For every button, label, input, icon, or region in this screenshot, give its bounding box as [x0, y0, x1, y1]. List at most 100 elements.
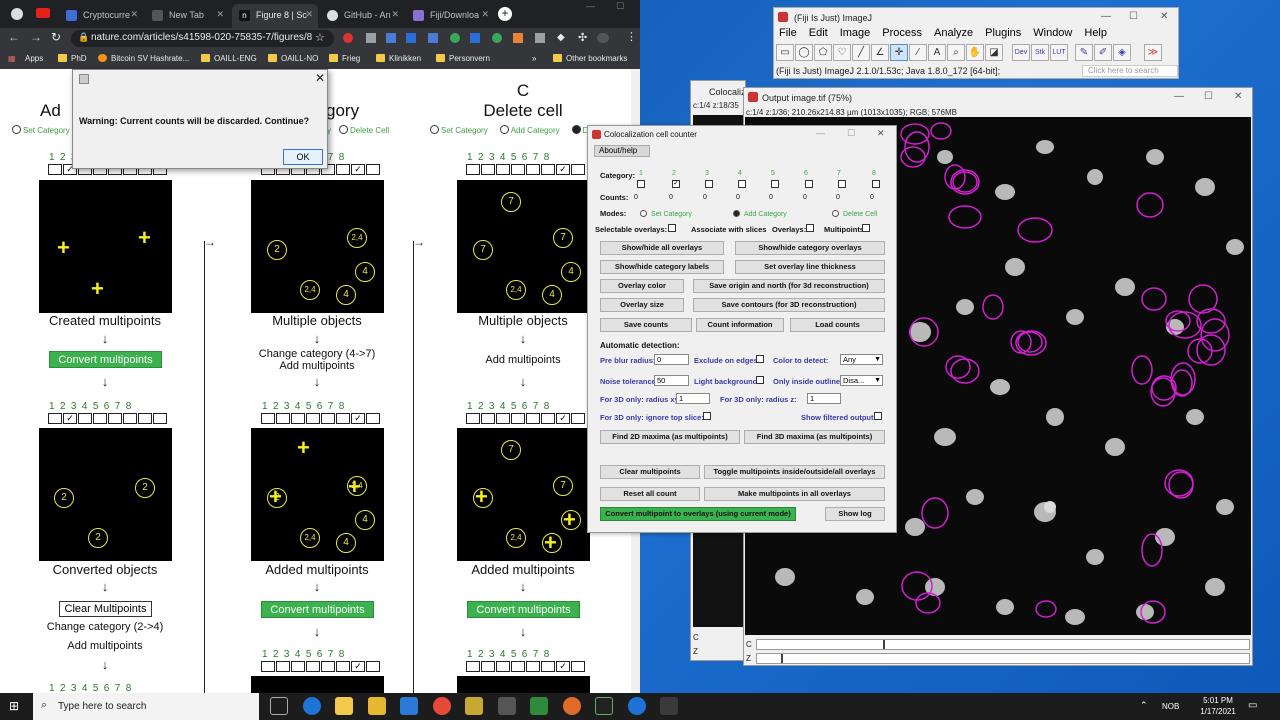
save-counts-button[interactable]: Save counts — [600, 318, 692, 332]
bookmark-frieg[interactable]: Frieg — [329, 54, 360, 63]
explorer-icon[interactable] — [368, 697, 386, 715]
profile-icon[interactable] — [597, 33, 609, 43]
bookmark-bitcoin[interactable]: Bitcoin SV Hashrate... — [98, 54, 189, 63]
category-checkbox-4[interactable] — [738, 180, 746, 188]
hand-tool-icon[interactable]: ✋ — [966, 44, 984, 61]
preblur-input[interactable]: 0 — [654, 354, 689, 365]
light-background-checkbox[interactable] — [756, 376, 764, 384]
show-hide-category-labels-button[interactable]: Show/hide category labels — [600, 260, 724, 274]
bookmark-klinikken[interactable]: Klinikken — [376, 54, 421, 63]
overlay-size-button[interactable]: Overlay size — [600, 298, 684, 312]
extension-icon[interactable]: ◆ — [557, 32, 565, 43]
category-checkbox-1[interactable] — [637, 180, 645, 188]
show-filtered-checkbox[interactable] — [874, 412, 882, 420]
app-icon[interactable] — [563, 697, 581, 715]
close-icon[interactable]: ✕ — [1234, 91, 1242, 102]
category-checkbox-5[interactable] — [771, 180, 779, 188]
mode-add-radio[interactable]: Add Category — [733, 210, 787, 218]
menu-window[interactable]: Window — [1033, 27, 1072, 39]
star-icon[interactable]: ☆ — [315, 31, 325, 44]
menu-help[interactable]: Help — [1084, 27, 1107, 39]
extension-icon[interactable] — [428, 33, 438, 43]
flood-tool-icon[interactable]: ◈ — [1113, 44, 1131, 61]
app-icon[interactable] — [628, 697, 646, 715]
rectangle-tool-icon[interactable]: ▭ — [776, 44, 794, 61]
minimize-icon[interactable]: — — [586, 1, 595, 11]
count-information-button[interactable]: Count information — [696, 318, 784, 332]
chrome-icon[interactable] — [433, 697, 451, 715]
exclude-edges-checkbox[interactable] — [756, 355, 764, 363]
set-overlay-line-thickness-button[interactable]: Set overlay line thickness — [735, 260, 885, 274]
youtube-icon[interactable] — [36, 8, 50, 18]
close-icon[interactable]: ✕ — [130, 9, 138, 20]
app-icon[interactable] — [530, 697, 548, 715]
brush-tool-icon[interactable]: ✐ — [1094, 44, 1112, 61]
multipoints-checkbox[interactable] — [862, 224, 870, 232]
task-view-icon[interactable] — [270, 697, 288, 715]
close-icon[interactable]: ✕ — [305, 9, 313, 20]
dropper-tool-icon[interactable]: ◪ — [985, 44, 1003, 61]
noise-tolerance-input[interactable]: 50 — [654, 375, 689, 386]
apps-icon[interactable]: ▦ — [8, 54, 16, 63]
only-inside-select[interactable]: Disa... ▼ — [840, 375, 883, 386]
toggle-multipoints-button[interactable]: Toggle multipoints inside/outside/all ov… — [704, 465, 885, 479]
extension-icon[interactable] — [343, 33, 353, 43]
lut-tool[interactable]: LUT — [1050, 44, 1068, 61]
menu-edit[interactable]: Edit — [809, 27, 828, 39]
edge-icon[interactable] — [303, 697, 321, 715]
mode-set-radio[interactable]: Set Category — [640, 210, 692, 218]
extension-icon[interactable] — [535, 33, 545, 43]
multipoint-tool-icon[interactable]: ✛ — [890, 44, 908, 61]
close-icon[interactable]: ✕ — [391, 9, 399, 20]
forward-icon[interactable]: → — [30, 30, 42, 44]
show-hide-all-overlays-button[interactable]: Show/hide all overlays — [600, 241, 724, 255]
back-icon[interactable]: ← — [8, 30, 20, 44]
app-icon[interactable] — [465, 697, 483, 715]
bookmark-oaill-eng[interactable]: OAILL-ENG — [201, 54, 257, 63]
category-checkbox-3[interactable] — [705, 180, 713, 188]
dev-tool[interactable]: Dev — [1012, 44, 1030, 61]
maximize-icon[interactable]: ☐ — [616, 1, 624, 12]
windows-start-icon[interactable]: ⊞ — [9, 700, 19, 712]
category-checkbox-8[interactable] — [872, 180, 880, 188]
extension-icon[interactable] — [450, 33, 460, 43]
extension-icon[interactable] — [386, 33, 396, 43]
maximize-icon[interactable]: ☐ — [847, 128, 855, 139]
convert-multipoint-button[interactable]: Convert multipoint to overlays (using cu… — [600, 507, 796, 521]
overlay-color-button[interactable]: Overlay color — [600, 279, 684, 293]
oval-tool-icon[interactable]: ◯ — [795, 44, 813, 61]
minimize-icon[interactable]: — — [816, 128, 825, 138]
show-log-button[interactable]: Show log — [825, 507, 885, 521]
store-icon[interactable] — [335, 697, 353, 715]
tab-new[interactable]: New Tab ✕ — [145, 4, 229, 28]
slice-slider[interactable] — [756, 653, 1250, 664]
save-origin-button[interactable]: Save origin and north (for 3d reconstruc… — [693, 279, 885, 293]
magnifier-icon[interactable]: ⌕ — [947, 44, 965, 61]
color-detect-select[interactable]: Any ▼ — [840, 354, 883, 365]
radius-xy-input[interactable]: 1 — [676, 393, 710, 404]
reload-icon[interactable]: ↻ — [51, 30, 61, 44]
reset-all-count-button[interactable]: Reset all count — [600, 487, 700, 501]
freehand-tool-icon[interactable]: ♡ — [833, 44, 851, 61]
show-hide-category-overlays-button[interactable]: Show/hide category overlays — [735, 241, 885, 255]
angle-tool-icon[interactable]: ∠ — [871, 44, 889, 61]
text-tool-icon[interactable]: A — [928, 44, 946, 61]
find-2d-maxima-button[interactable]: Find 2D maxima (as multipoints) — [600, 430, 740, 444]
minimize-icon[interactable]: — — [1101, 11, 1111, 22]
mode-delete-radio[interactable]: Delete Cell — [832, 210, 877, 218]
bookmark-personvern[interactable]: Personvern — [436, 54, 490, 63]
menu-icon[interactable]: ⋮ — [626, 30, 637, 43]
new-tab-icon[interactable]: + — [498, 7, 512, 21]
menu-file[interactable]: File — [779, 27, 797, 39]
ignore-top-checkbox[interactable] — [703, 412, 711, 420]
maximize-icon[interactable]: ☐ — [1204, 91, 1213, 102]
puzzle-icon[interactable]: ✣ — [578, 31, 587, 44]
taskbar-clock[interactable]: 5:01 PM 1/17/2021 — [1198, 695, 1238, 717]
radius-z-input[interactable]: 1 — [807, 393, 841, 404]
about-help-tab[interactable]: About/help — [594, 145, 650, 157]
search-input[interactable]: Click here to search — [1082, 65, 1178, 77]
extension-icon[interactable] — [366, 33, 376, 43]
make-multipoints-button[interactable]: Make multipoints in all overlays — [704, 487, 885, 501]
save-contours-button[interactable]: Save contours (for 3D reconstruction) — [693, 298, 885, 312]
taskbar-search[interactable]: ⌕ Type here to search — [33, 693, 259, 720]
